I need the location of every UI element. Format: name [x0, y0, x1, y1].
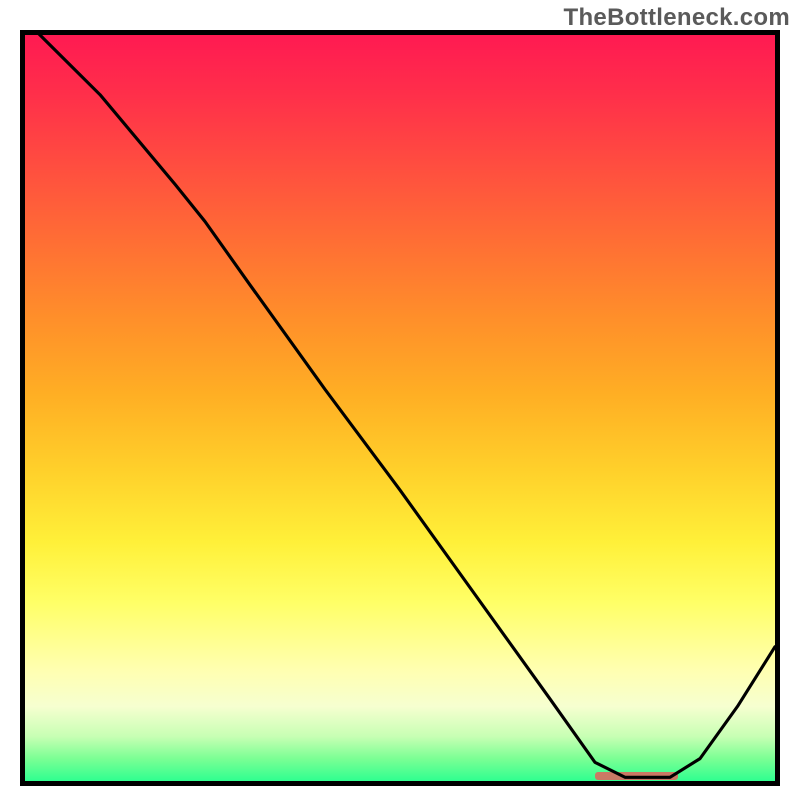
plot-area — [20, 30, 780, 786]
chart-canvas: TheBottleneck.com — [0, 0, 800, 800]
bottleneck-curve — [25, 35, 775, 777]
watermark-text: TheBottleneck.com — [564, 4, 790, 32]
series-line — [25, 35, 775, 781]
